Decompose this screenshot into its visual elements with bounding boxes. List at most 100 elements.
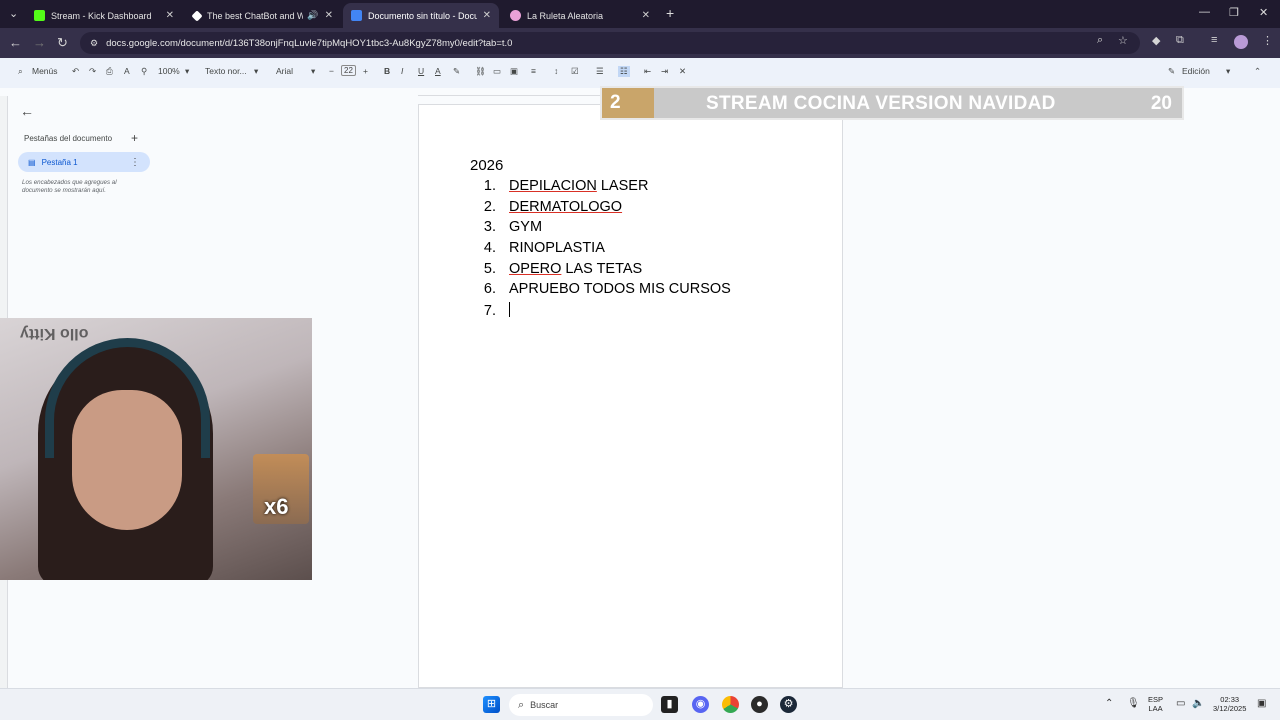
zoom-select[interactable]: 100% <box>158 66 180 76</box>
zoom-search-icon[interactable]: ⌕ <box>1097 34 1103 47</box>
print-icon[interactable]: ⎙ <box>106 66 113 77</box>
editing-mode-select[interactable]: Edición <box>1182 66 1210 76</box>
address-bar[interactable]: ⚙ docs.google.com/document/d/136T38onjFn… <box>80 32 1140 54</box>
headings-hint: Los encabezados que agregues al document… <box>22 179 117 194</box>
profile-avatar-icon[interactable] <box>1234 35 1248 49</box>
chevron-up-icon[interactable]: ⌃ <box>1254 66 1261 77</box>
style-select[interactable]: Texto nor... <box>205 66 247 76</box>
list-item[interactable]: 6. APRUEBO TODOS MIS CURSOS <box>471 281 731 302</box>
minimize-icon[interactable]: — <box>1199 6 1210 18</box>
spellcheck-icon[interactable]: A <box>124 66 130 76</box>
decrease-font-icon[interactable]: − <box>329 66 334 76</box>
tab-ruleta[interactable]: La Ruleta Aleatoria ✕ <box>502 3 658 28</box>
tab-search-icon[interactable]: ⌄ <box>9 7 18 20</box>
microphone-icon[interactable]: 🎙 <box>1127 698 1140 709</box>
text-cursor <box>509 302 510 318</box>
menus-search[interactable]: Menús <box>32 66 58 76</box>
misspelled-word[interactable]: DERMATOLOGO <box>509 199 622 215</box>
list-item[interactable]: 1. DEPILACION LASER <box>471 178 731 199</box>
obs-icon[interactable]: ● <box>751 696 768 713</box>
window-close-icon[interactable]: ✕ <box>1259 6 1268 19</box>
font-select[interactable]: Arial <box>276 66 293 76</box>
speaker-icon[interactable]: 🔊 <box>307 10 318 21</box>
clock[interactable]: 02:33 3/12/2025 <box>1213 695 1246 713</box>
back-icon[interactable]: ← <box>9 35 22 50</box>
checklist-icon[interactable]: ☑ <box>571 66 579 77</box>
tab-kick-dashboard[interactable]: Stream - Kick Dashboard ✕ <box>26 3 182 28</box>
reload-icon[interactable]: ↻ <box>57 35 68 51</box>
numbered-list-icon[interactable]: ☷ <box>618 66 630 77</box>
paint-format-icon[interactable]: ⚲ <box>141 66 147 77</box>
font-size-input[interactable]: 22 <box>341 65 356 76</box>
misspelled-word[interactable]: OPERO <box>509 261 561 277</box>
close-panel-arrow-icon[interactable]: ← <box>20 103 34 119</box>
close-icon[interactable]: ✕ <box>483 10 491 21</box>
close-icon[interactable]: ✕ <box>325 10 333 21</box>
windows-start-icon[interactable]: ⊞ <box>483 696 500 713</box>
link-icon[interactable]: ⛓ <box>475 66 486 77</box>
comment-icon[interactable]: ▭ <box>493 66 501 77</box>
increase-indent-icon[interactable]: ⇥ <box>661 66 668 77</box>
document-tab-label: Pestaña 1 <box>41 157 78 167</box>
misspelled-word[interactable]: DEPILACION <box>509 178 597 194</box>
chatbot-favicon-icon <box>191 9 203 22</box>
list-item[interactable]: 2. DERMATOLOGO <box>471 199 731 220</box>
task-view-icon[interactable]: ▮ <box>661 696 678 713</box>
browser-menu-icon[interactable]: ⋮ <box>1262 34 1273 47</box>
chevron-down-icon: ▾ <box>254 66 259 76</box>
list-item[interactable]: 7. <box>471 302 731 323</box>
list-item[interactable]: 5. OPERO LAS TETAS <box>471 261 731 282</box>
list-item[interactable]: 4. RINOPLASTIA <box>471 240 731 261</box>
highlight-icon[interactable]: ✎ <box>453 66 460 77</box>
ruleta-favicon-icon <box>510 10 521 21</box>
bold-icon[interactable]: B <box>384 66 390 76</box>
image-icon[interactable]: ▣ <box>510 66 518 77</box>
chrome-icon[interactable] <box>722 696 739 713</box>
list-item[interactable]: 3. GYM <box>471 219 731 240</box>
steam-icon[interactable]: ⚙ <box>780 696 797 713</box>
browser-nav-bar: ← → ↻ ⚙ docs.google.com/document/d/136T3… <box>0 28 1280 58</box>
numbered-list[interactable]: 1. DEPILACION LASER 2. DERMATOLOGO 3. GY… <box>471 178 731 323</box>
banner-number: 2 <box>602 88 654 118</box>
network-icon[interactable]: ▭ <box>1176 698 1185 709</box>
chevron-down-icon: ▾ <box>311 66 316 76</box>
taskbar-search[interactable]: ⌕ Buscar <box>509 694 653 716</box>
add-tab-icon[interactable]: + <box>131 131 138 145</box>
media-controls-icon[interactable]: ≡ <box>1211 34 1217 46</box>
close-icon[interactable]: ✕ <box>166 10 174 21</box>
new-tab-icon[interactable]: + <box>666 5 674 21</box>
document-tab-1[interactable]: ▤ Pestaña 1 ⋮ <box>18 152 150 172</box>
banner-count: 20 <box>1150 93 1172 114</box>
tab-google-docs[interactable]: Documento sin título - Docum ✕ <box>343 3 499 28</box>
undo-icon[interactable]: ↶ <box>72 66 79 77</box>
decrease-indent-icon[interactable]: ⇤ <box>644 66 651 77</box>
extensions-icon[interactable]: ⧉ <box>1176 34 1184 47</box>
tray-chevron-up-icon[interactable]: ⌃ <box>1105 698 1113 709</box>
language-indicator[interactable]: ESP LAA <box>1148 695 1163 713</box>
italic-icon[interactable]: I <box>401 66 403 76</box>
redo-icon[interactable]: ↷ <box>89 66 96 77</box>
clear-formatting-icon[interactable]: ✕ <box>679 66 686 77</box>
menus-search-icon[interactable]: ⌕ <box>18 66 23 77</box>
forward-icon[interactable]: → <box>33 35 46 50</box>
notifications-icon[interactable]: ▣ <box>1257 698 1266 709</box>
increase-font-icon[interactable]: + <box>363 66 368 76</box>
tab-chatbot[interactable]: The best ChatBot and Widg 🔊 ✕ <box>185 3 341 28</box>
extension-diamond-icon[interactable]: ◆ <box>1152 34 1160 47</box>
bulleted-list-icon[interactable]: ☰ <box>596 66 604 77</box>
webcam-overlay: ollo Kitty x6 <box>0 318 312 580</box>
align-icon[interactable]: ≡ <box>531 66 536 76</box>
discord-icon[interactable]: ◉ <box>692 696 709 713</box>
restore-icon[interactable]: ❐ <box>1229 6 1239 19</box>
document-tabs-title: Pestañas del documento <box>24 134 113 143</box>
bookmark-star-icon[interactable]: ☆ <box>1118 34 1128 47</box>
site-info-icon[interactable]: ⚙ <box>90 38 98 49</box>
volume-icon[interactable]: 🔈 <box>1192 698 1204 709</box>
underline-icon[interactable]: U <box>418 66 424 76</box>
document-page[interactable]: 2026 1. DEPILACION LASER 2. DERMATOLOGO … <box>418 104 843 688</box>
close-icon[interactable]: ✕ <box>642 10 650 21</box>
more-options-icon[interactable]: ⋮ <box>130 157 140 168</box>
text-color-icon[interactable]: A <box>435 66 441 76</box>
line-spacing-icon[interactable]: ↕ <box>554 66 558 76</box>
docs-toolbar: ⌕ Menús ↶ ↷ ⎙ A ⚲ 100% ▾ Texto nor... ▾ … <box>0 58 1280 88</box>
